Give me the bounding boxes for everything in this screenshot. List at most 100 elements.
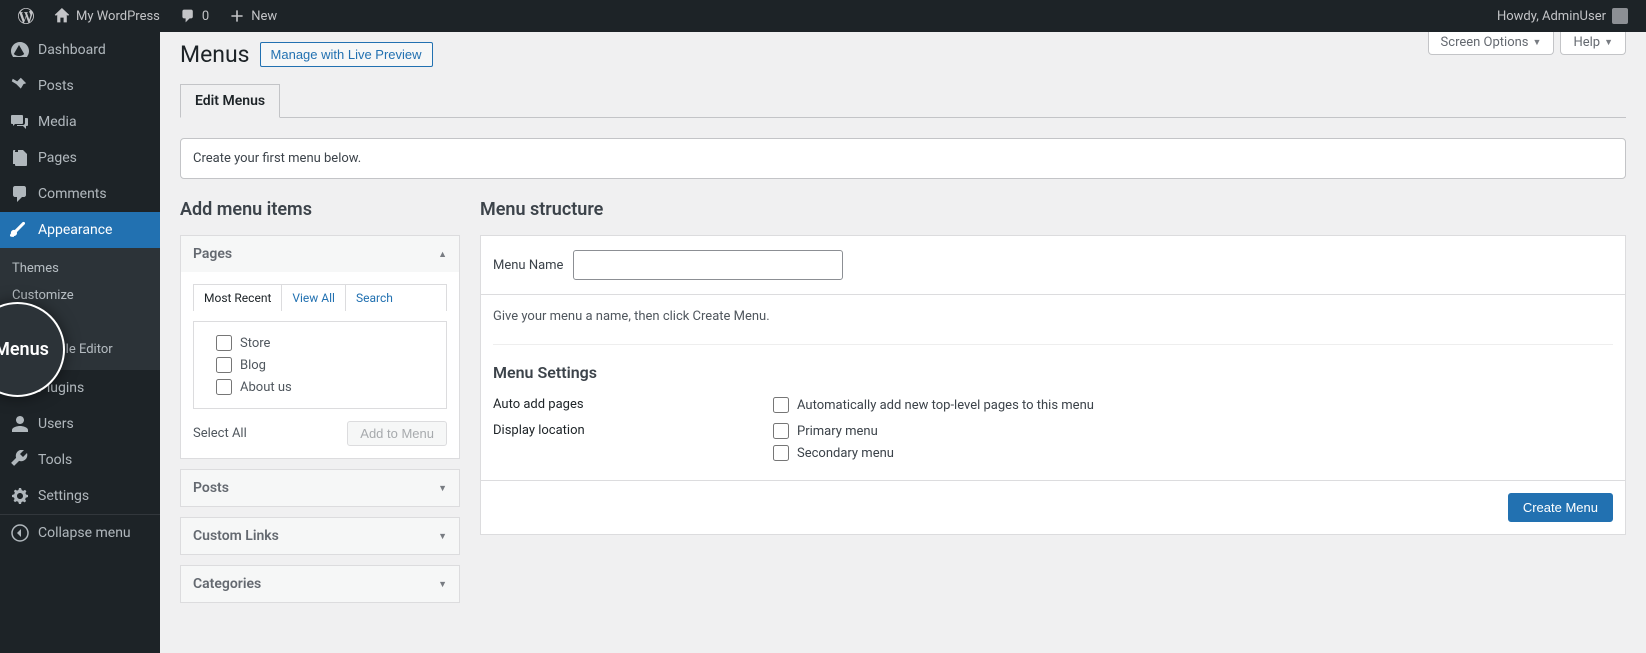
home-icon bbox=[54, 8, 70, 24]
collapse-menu[interactable]: Collapse menu bbox=[0, 514, 160, 551]
media-icon bbox=[10, 112, 30, 132]
site-name-link[interactable]: My WordPress bbox=[44, 0, 170, 32]
sidebar-item-dashboard[interactable]: Dashboard bbox=[0, 32, 160, 68]
wp-logo[interactable] bbox=[8, 0, 44, 32]
user-icon bbox=[10, 414, 30, 434]
chevron-down-icon: ▼ bbox=[1604, 37, 1613, 48]
comments-link[interactable]: 0 bbox=[170, 0, 219, 32]
pages-tab-search[interactable]: Search bbox=[346, 285, 403, 311]
pages-tab-recent[interactable]: Most Recent bbox=[194, 285, 282, 311]
sidebar-item-plugins[interactable]: Plugins bbox=[0, 370, 160, 406]
sidebar-item-settings[interactable]: Settings bbox=[0, 478, 160, 514]
pages-tab-viewall[interactable]: View All bbox=[282, 285, 346, 311]
menu-name-input[interactable] bbox=[573, 250, 843, 280]
chevron-down-icon: ▼ bbox=[1533, 37, 1542, 48]
chevron-down-icon: ▼ bbox=[438, 579, 447, 590]
display-location-primary[interactable]: Primary menu bbox=[773, 423, 894, 439]
menu-hint: Give your menu a name, then click Create… bbox=[493, 309, 1613, 324]
sidebar-item-appearance[interactable]: Appearance bbox=[0, 212, 160, 248]
new-label: New bbox=[251, 9, 277, 24]
checkbox[interactable] bbox=[216, 357, 232, 373]
pin-icon bbox=[10, 76, 30, 96]
sidebar-label: Comments bbox=[38, 186, 107, 202]
checkbox[interactable] bbox=[773, 397, 789, 413]
sidebar-item-posts[interactable]: Posts bbox=[0, 68, 160, 104]
screen-options-button[interactable]: Screen Options ▼ bbox=[1428, 32, 1555, 55]
admin-bar: My WordPress 0 New Howdy, AdminUser bbox=[0, 0, 1646, 32]
sidebar-label: Tools bbox=[38, 452, 72, 468]
sidebar-item-users[interactable]: Users bbox=[0, 406, 160, 442]
checkbox[interactable] bbox=[773, 445, 789, 461]
submenu-customize[interactable]: Customize bbox=[0, 282, 160, 309]
admin-sidebar: Dashboard Posts Media Pages Comments App… bbox=[0, 32, 160, 653]
chevron-down-icon: ▼ bbox=[438, 531, 447, 542]
accordion-posts: Posts ▼ bbox=[180, 469, 460, 507]
menu-name-label: Menu Name bbox=[493, 258, 563, 273]
auto-add-pages-label: Auto add pages bbox=[493, 397, 773, 412]
new-content-link[interactable]: New bbox=[219, 0, 287, 32]
sidebar-item-media[interactable]: Media bbox=[0, 104, 160, 140]
collapse-icon bbox=[10, 523, 30, 543]
page-checkbox-store[interactable]: Store bbox=[204, 332, 436, 354]
accordion-toggle-categories[interactable]: Categories ▼ bbox=[181, 566, 459, 602]
page-checkbox-about[interactable]: About us bbox=[204, 376, 436, 398]
plugin-icon bbox=[10, 378, 30, 398]
wordpress-icon bbox=[18, 8, 34, 24]
sidebar-item-pages[interactable]: Pages bbox=[0, 140, 160, 176]
create-menu-button[interactable]: Create Menu bbox=[1508, 493, 1613, 522]
accordion-pages: Pages ▲ Most Recent View All Search Stor… bbox=[180, 235, 460, 459]
checkbox[interactable] bbox=[216, 379, 232, 395]
sidebar-label: Appearance bbox=[38, 222, 112, 238]
accordion-categories: Categories ▼ bbox=[180, 565, 460, 603]
accordion-toggle-posts[interactable]: Posts ▼ bbox=[181, 470, 459, 506]
howdy-text: Howdy, AdminUser bbox=[1497, 9, 1606, 24]
page-title: Menus bbox=[180, 41, 250, 68]
settings-icon bbox=[10, 486, 30, 506]
chevron-down-icon: ▼ bbox=[438, 483, 447, 494]
pages-icon bbox=[10, 148, 30, 168]
sidebar-label: Users bbox=[38, 416, 74, 432]
page-checkbox-blog[interactable]: Blog bbox=[204, 354, 436, 376]
avatar bbox=[1612, 8, 1628, 24]
appearance-submenu: Themes Customize Menus Theme File Editor bbox=[0, 248, 160, 370]
comment-count: 0 bbox=[202, 9, 209, 24]
chevron-up-icon: ▲ bbox=[438, 249, 447, 260]
add-menu-items-title: Add menu items bbox=[180, 199, 460, 220]
manage-live-preview-button[interactable]: Manage with Live Preview bbox=[260, 42, 433, 67]
submenu-themes[interactable]: Themes bbox=[0, 255, 160, 282]
sidebar-item-tools[interactable]: Tools bbox=[0, 442, 160, 478]
comment-icon bbox=[180, 8, 196, 24]
sidebar-label: Media bbox=[38, 114, 77, 130]
auto-add-option[interactable]: Automatically add new top-level pages to… bbox=[773, 397, 1094, 413]
accordion-toggle-pages[interactable]: Pages ▲ bbox=[181, 236, 459, 272]
menu-structure-title: Menu structure bbox=[480, 199, 1626, 220]
display-location-secondary[interactable]: Secondary menu bbox=[773, 445, 894, 461]
accordion-toggle-custom-links[interactable]: Custom Links ▼ bbox=[181, 518, 459, 554]
menu-settings-heading: Menu Settings bbox=[493, 344, 1613, 382]
add-to-menu-button[interactable]: Add to Menu bbox=[347, 421, 447, 446]
menu-settings-box: Menu Name Give your menu a name, then cl… bbox=[480, 235, 1626, 535]
accordion-custom-links: Custom Links ▼ bbox=[180, 517, 460, 555]
submenu-theme-file-editor[interactable]: Theme File Editor bbox=[0, 336, 160, 363]
user-account[interactable]: Howdy, AdminUser bbox=[1487, 0, 1638, 32]
checkbox[interactable] bbox=[216, 335, 232, 351]
site-name: My WordPress bbox=[76, 9, 160, 24]
sidebar-label: Settings bbox=[38, 488, 89, 504]
sidebar-label: Pages bbox=[38, 150, 77, 166]
sidebar-item-comments[interactable]: Comments bbox=[0, 176, 160, 212]
wrench-icon bbox=[10, 450, 30, 470]
display-location-label: Display location bbox=[493, 423, 773, 438]
select-all-link[interactable]: Select All bbox=[193, 426, 247, 441]
checkbox[interactable] bbox=[773, 423, 789, 439]
dashboard-icon bbox=[10, 40, 30, 60]
sidebar-label: Posts bbox=[38, 78, 74, 94]
sidebar-label: Dashboard bbox=[38, 42, 106, 58]
submenu-menus[interactable]: Menus bbox=[0, 309, 160, 336]
sidebar-label: Plugins bbox=[38, 380, 84, 396]
nav-tabs: Edit Menus bbox=[180, 84, 1626, 118]
help-button[interactable]: Help ▼ bbox=[1560, 32, 1626, 55]
comment-icon bbox=[10, 184, 30, 204]
plus-icon bbox=[229, 8, 245, 24]
tab-edit-menus[interactable]: Edit Menus bbox=[180, 84, 280, 118]
info-notice: Create your first menu below. bbox=[180, 138, 1626, 179]
